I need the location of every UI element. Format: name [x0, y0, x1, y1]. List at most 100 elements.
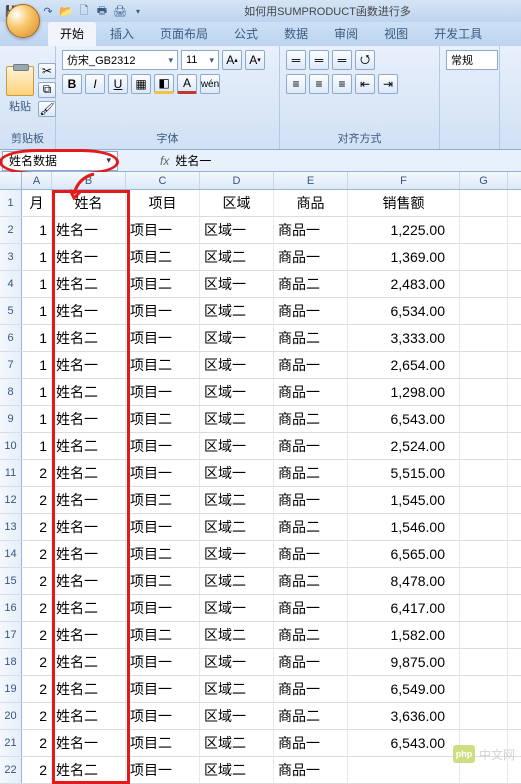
cell[interactable]: 项目一 [126, 649, 200, 675]
cell[interactable]: 区域二 [200, 406, 274, 432]
cell[interactable]: 商品一 [274, 298, 348, 324]
decrease-indent-button[interactable]: ⇤ [355, 74, 375, 94]
cell[interactable]: 商品二 [274, 514, 348, 540]
tab-start[interactable]: 开始 [48, 22, 96, 46]
cell[interactable]: 姓名二 [52, 595, 126, 621]
cell[interactable]: 姓名二 [52, 757, 126, 783]
tab-review[interactable]: 审阅 [322, 22, 370, 46]
row-header[interactable]: 14 [0, 541, 22, 567]
cell[interactable]: 区域二 [200, 730, 274, 756]
row-header[interactable]: 18 [0, 649, 22, 675]
cell[interactable] [460, 298, 508, 324]
cell[interactable]: 1,298.00 [348, 379, 460, 405]
cell[interactable]: 商品二 [274, 568, 348, 594]
cell[interactable]: 区域一 [200, 433, 274, 459]
cell[interactable]: 1 [22, 298, 52, 324]
cell[interactable]: 姓名二 [52, 649, 126, 675]
row-header[interactable]: 20 [0, 703, 22, 729]
cell[interactable]: 姓名一 [52, 406, 126, 432]
cell[interactable]: 商品一 [274, 649, 348, 675]
font-name-combo[interactable]: 仿宋_GB2312▾ [62, 50, 178, 70]
cell[interactable] [460, 433, 508, 459]
cell[interactable]: 项目一 [126, 676, 200, 702]
cell[interactable]: 1,582.00 [348, 622, 460, 648]
row-header[interactable]: 5 [0, 298, 22, 324]
cell[interactable]: 1,545.00 [348, 487, 460, 513]
cell[interactable]: 6,417.00 [348, 595, 460, 621]
cell[interactable]: 2 [22, 487, 52, 513]
fill-color-button[interactable]: ◧ [154, 74, 174, 94]
cell[interactable] [460, 649, 508, 675]
cell[interactable]: 姓名二 [52, 433, 126, 459]
cell[interactable]: 姓名二 [52, 676, 126, 702]
row-header[interactable]: 12 [0, 487, 22, 513]
cell[interactable]: 2 [22, 676, 52, 702]
decrease-font-button[interactable]: A▾ [245, 50, 265, 70]
fx-icon[interactable]: fx [160, 154, 169, 168]
cell[interactable]: 项目一 [126, 595, 200, 621]
cell[interactable]: 姓名一 [52, 352, 126, 378]
cell[interactable] [460, 379, 508, 405]
cell[interactable]: 1 [22, 244, 52, 270]
cell[interactable]: 姓名一 [52, 244, 126, 270]
cell[interactable]: 商品一 [274, 757, 348, 783]
row-header[interactable]: 16 [0, 595, 22, 621]
cell[interactable]: 姓名一 [52, 730, 126, 756]
row-header[interactable]: 17 [0, 622, 22, 648]
office-button[interactable] [6, 4, 40, 38]
border-button[interactable]: ▦ [131, 74, 151, 94]
cell[interactable]: 姓名一 [52, 487, 126, 513]
cell[interactable]: 项目二 [126, 352, 200, 378]
cell[interactable]: 商品二 [274, 460, 348, 486]
cell[interactable]: 项目一 [126, 514, 200, 540]
cell[interactable]: 商品二 [274, 271, 348, 297]
cell[interactable]: 姓名一 [52, 541, 126, 567]
cell[interactable]: 1,546.00 [348, 514, 460, 540]
cell[interactable] [348, 757, 460, 783]
cell[interactable]: 项目一 [126, 460, 200, 486]
increase-indent-button[interactable]: ⇥ [378, 74, 398, 94]
cell[interactable]: 8,478.00 [348, 568, 460, 594]
cell[interactable]: 项目 [126, 190, 200, 216]
bold-button[interactable]: B [62, 74, 82, 94]
cell[interactable]: 商品一 [274, 379, 348, 405]
cell[interactable]: 区域二 [200, 514, 274, 540]
cell[interactable]: 1,369.00 [348, 244, 460, 270]
cell[interactable]: 2 [22, 703, 52, 729]
cell[interactable]: 3,636.00 [348, 703, 460, 729]
cell[interactable] [460, 487, 508, 513]
cell[interactable]: 区域一 [200, 541, 274, 567]
cell[interactable]: 商品二 [274, 622, 348, 648]
cell[interactable]: 区域二 [200, 244, 274, 270]
row-header[interactable]: 2 [0, 217, 22, 243]
cell[interactable]: 1,225.00 [348, 217, 460, 243]
cell[interactable]: 项目二 [126, 730, 200, 756]
tab-view[interactable]: 视图 [372, 22, 420, 46]
phonetic-button[interactable]: wén [200, 74, 220, 94]
cell[interactable]: 姓名二 [52, 325, 126, 351]
cell[interactable]: 姓名 [52, 190, 126, 216]
cell[interactable]: 1 [22, 271, 52, 297]
cell[interactable]: 1 [22, 433, 52, 459]
underline-button[interactable]: U [108, 74, 128, 94]
align-right-button[interactable]: ≡ [332, 74, 352, 94]
cell[interactable]: 1 [22, 217, 52, 243]
row-header[interactable]: 15 [0, 568, 22, 594]
number-format-combo[interactable]: 常规 [446, 50, 498, 70]
cell[interactable]: 姓名一 [52, 622, 126, 648]
cell[interactable] [460, 703, 508, 729]
cell[interactable]: 商品一 [274, 730, 348, 756]
align-center-button[interactable]: ≡ [309, 74, 329, 94]
cell[interactable]: 2 [22, 622, 52, 648]
select-all-corner[interactable] [0, 172, 22, 189]
cell[interactable]: 姓名一 [52, 298, 126, 324]
redo-icon[interactable]: ↷ [40, 3, 56, 19]
orientation-button[interactable]: ⭯ [355, 50, 375, 70]
cell[interactable]: 月 [22, 190, 52, 216]
cell[interactable]: 6,565.00 [348, 541, 460, 567]
cell[interactable]: 项目二 [126, 622, 200, 648]
cell[interactable]: 区域一 [200, 595, 274, 621]
cell[interactable]: 区域一 [200, 460, 274, 486]
cell[interactable]: 2 [22, 595, 52, 621]
cell[interactable]: 区域二 [200, 757, 274, 783]
